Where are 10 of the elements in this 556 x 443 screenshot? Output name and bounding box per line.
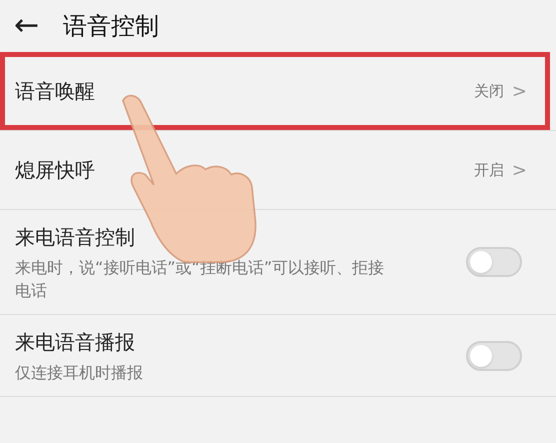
toggle-switch[interactable] [466, 247, 522, 277]
back-button[interactable]: ← [14, 11, 40, 41]
row-title: 来电语音控制 [15, 224, 136, 251]
row-description: 仅连接耳机时播报 [15, 362, 144, 384]
row-title: 来电语音播报 [15, 329, 136, 356]
row-description: 来电时，说“接听电话”或“挂断电话”可以接听、拒接电话 [15, 257, 386, 302]
settings-row[interactable]: 熄屏快呼 开启 > [0, 131, 550, 209]
settings-row[interactable]: 语音唤醒 关闭 > [0, 52, 550, 130]
page-title: 语音控制 [63, 11, 160, 42]
toggle-switch[interactable] [466, 340, 522, 370]
